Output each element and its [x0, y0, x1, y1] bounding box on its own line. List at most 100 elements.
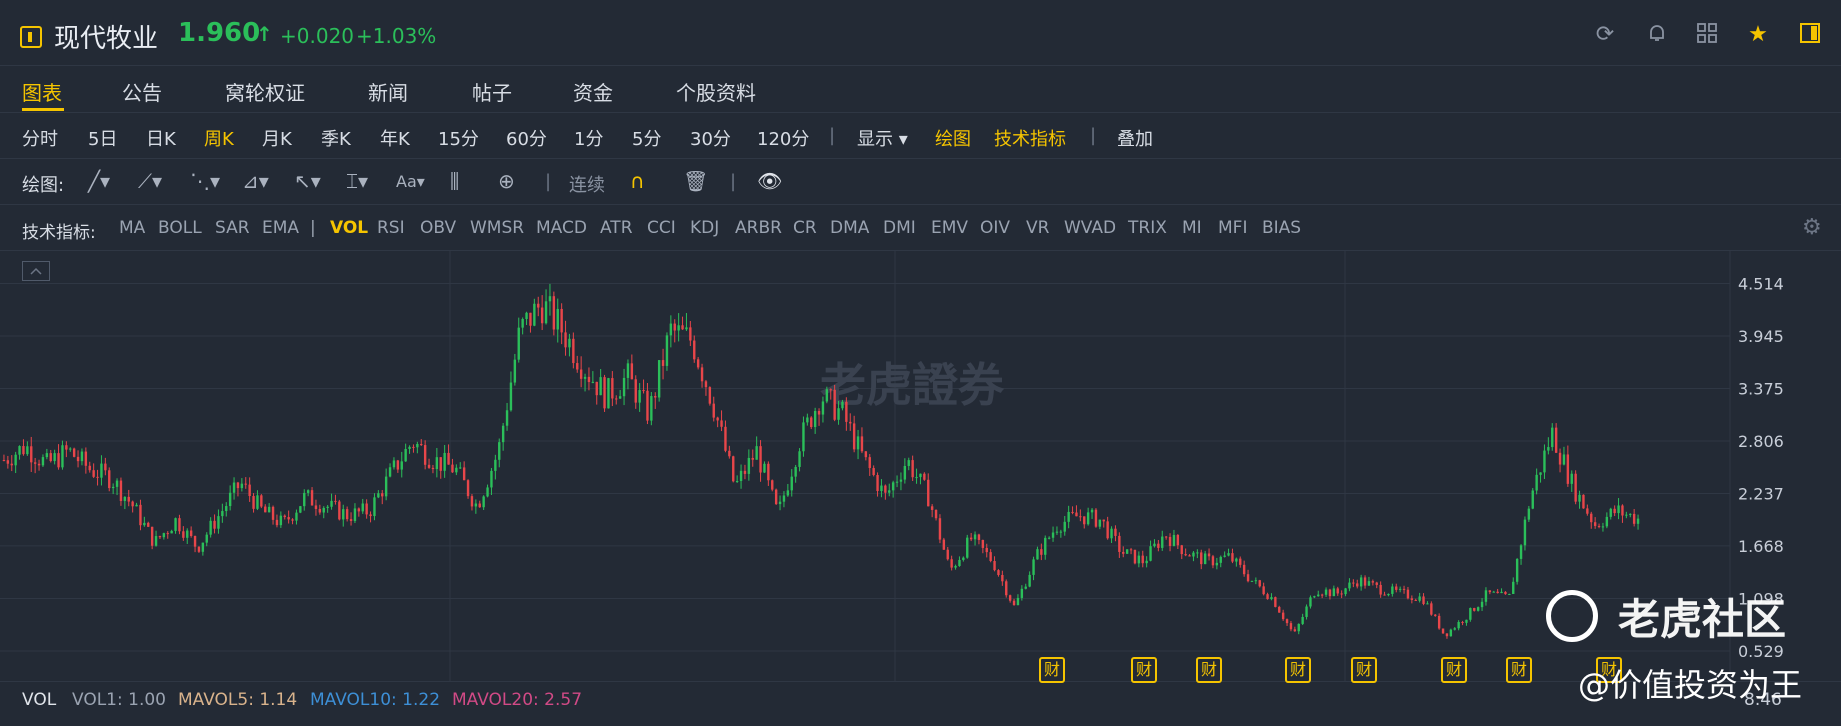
tab-warrants[interactable]: 窝轮权证: [225, 77, 305, 106]
indicator-dmi[interactable]: DMI: [883, 218, 916, 238]
favorite-star-icon[interactable]: ★: [1745, 22, 1771, 48]
period-yearly[interactable]: 年K: [380, 125, 410, 151]
candle-body: [579, 369, 583, 379]
collapse-toggle-icon[interactable]: [22, 261, 50, 281]
tab-news[interactable]: 新闻: [368, 77, 408, 106]
draw-button[interactable]: 绘图: [935, 125, 971, 151]
tab-posts[interactable]: 帖子: [472, 77, 512, 106]
side-panel-icon[interactable]: [1797, 22, 1823, 48]
fib-tool-icon[interactable]: ⊿▾: [242, 169, 269, 193]
candle-body: [919, 473, 922, 478]
indicator-boll[interactable]: BOLL: [158, 218, 202, 238]
candle-body: [143, 522, 146, 526]
candle-tool-icon[interactable]: ⫼: [450, 169, 459, 193]
period-120min[interactable]: 120分: [757, 125, 809, 151]
period-quarterly[interactable]: 季K: [321, 125, 351, 151]
candle-body: [1235, 558, 1238, 562]
tab-announcements[interactable]: 公告: [122, 77, 162, 106]
candle-body: [1605, 516, 1609, 527]
wave-tool-icon[interactable]: ⋱▾: [190, 169, 220, 193]
earnings-marker[interactable]: 财: [1039, 657, 1065, 683]
period-timeshare[interactable]: 分时: [22, 125, 58, 151]
earnings-marker[interactable]: 财: [1285, 657, 1311, 683]
drawing-toolbar: 绘图: ╱▾ ⟋▾ ⋱▾ ⊿▾ ↖▾ ⌶▾ Aa▾ ⫼ ⊕ | 连续 ∩ 🗑 |…: [0, 159, 1841, 205]
line-tool-icon[interactable]: ╱▾: [88, 169, 110, 193]
candle-body: [1024, 586, 1027, 589]
candle-body: [689, 327, 692, 341]
candle-body: [810, 417, 813, 428]
grid-apps-icon[interactable]: [1694, 22, 1720, 48]
refresh-icon[interactable]: ⟳: [1592, 22, 1618, 48]
earnings-marker[interactable]: 财: [1196, 657, 1222, 683]
tab-capital[interactable]: 资金: [573, 77, 613, 106]
text-tool-icon[interactable]: Aa▾: [396, 172, 425, 191]
period-5day[interactable]: 5日: [88, 125, 117, 151]
indicator-vol[interactable]: VOL: [330, 218, 368, 238]
indicator-kdj[interactable]: KDJ: [690, 218, 719, 238]
indicator-mi[interactable]: MI: [1182, 218, 1202, 238]
period-daily[interactable]: 日K: [146, 125, 176, 151]
indicator-wvad[interactable]: WVAD: [1064, 218, 1116, 238]
candle-body: [1340, 593, 1343, 595]
caret-down-icon: ▾: [898, 129, 908, 150]
candle-body: [345, 509, 349, 520]
period-5min[interactable]: 5分: [632, 125, 661, 151]
period-monthly[interactable]: 月K: [262, 125, 292, 151]
watchlist-marker-icon[interactable]: [20, 26, 42, 48]
indicator-rsi[interactable]: RSI: [377, 218, 405, 238]
bell-icon[interactable]: [1644, 22, 1670, 48]
watermark-brand: 老虎社区: [1618, 595, 1787, 644]
indicator-atr[interactable]: ATR: [600, 218, 633, 238]
indicator-vr[interactable]: VR: [1026, 218, 1049, 238]
tab-company-profile[interactable]: 个股资料: [676, 77, 756, 106]
indicator-wmsr[interactable]: WMSR: [470, 218, 524, 238]
polyline-tool-icon[interactable]: ⟋▾: [138, 169, 162, 193]
period-30min[interactable]: 30分: [690, 125, 731, 151]
earnings-marker[interactable]: 财: [1506, 657, 1532, 683]
candle-body: [630, 363, 634, 380]
tab-chart[interactable]: 图表: [22, 77, 62, 106]
candle-body: [1402, 588, 1406, 590]
divider: |: [310, 218, 316, 238]
settings-gear-icon[interactable]: ⚙: [1802, 215, 1822, 240]
indicator-sar[interactable]: SAR: [215, 218, 250, 238]
indicator-obv[interactable]: OBV: [420, 218, 456, 238]
candle-body: [189, 530, 193, 536]
candle-body: [26, 446, 29, 455]
candle-body: [96, 476, 99, 478]
tech-indicator-button[interactable]: 技术指标: [994, 125, 1066, 151]
indicator-emv[interactable]: EMV: [931, 218, 968, 238]
period-15min[interactable]: 15分: [438, 125, 479, 151]
eye-icon[interactable]: 👁: [757, 169, 782, 193]
arrow-tool-icon[interactable]: ↖▾: [294, 169, 321, 193]
indicator-arbr[interactable]: ARBR: [735, 218, 782, 238]
trash-icon[interactable]: 🗑: [683, 169, 708, 193]
indicator-mfi[interactable]: MFI: [1218, 218, 1247, 238]
candle-body: [696, 359, 700, 368]
period-1min[interactable]: 1分: [574, 125, 603, 151]
continuous-toggle[interactable]: 连续: [569, 171, 605, 197]
candle-body: [466, 480, 470, 497]
candle-body: [1289, 623, 1293, 630]
candle-body: [650, 396, 653, 421]
indicator-dma[interactable]: DMA: [830, 218, 869, 238]
period-60min[interactable]: 60分: [506, 125, 547, 151]
magnet-icon[interactable]: ∩: [630, 169, 645, 193]
measure-tool-icon[interactable]: ⌶▾: [346, 169, 368, 193]
indicator-oiv[interactable]: OIV: [980, 218, 1010, 238]
indicator-cr[interactable]: CR: [793, 218, 817, 238]
indicator-trix[interactable]: TRIX: [1128, 218, 1167, 238]
earnings-marker[interactable]: 财: [1441, 657, 1467, 683]
indicator-cci[interactable]: CCI: [647, 218, 676, 238]
display-dropdown[interactable]: 显示 ▾: [857, 125, 908, 151]
earnings-marker[interactable]: 财: [1351, 657, 1377, 683]
overlay-button[interactable]: 叠加: [1117, 125, 1153, 151]
period-weekly[interactable]: 周K: [204, 125, 234, 151]
zoom-in-icon[interactable]: ⊕: [498, 169, 515, 193]
indicator-bias[interactable]: BIAS: [1262, 218, 1301, 238]
indicator-ma[interactable]: MA: [119, 218, 145, 238]
indicator-ema[interactable]: EMA: [262, 218, 299, 238]
candle-body: [618, 396, 622, 399]
indicator-macd[interactable]: MACD: [536, 218, 587, 238]
earnings-marker[interactable]: 财: [1131, 657, 1157, 683]
